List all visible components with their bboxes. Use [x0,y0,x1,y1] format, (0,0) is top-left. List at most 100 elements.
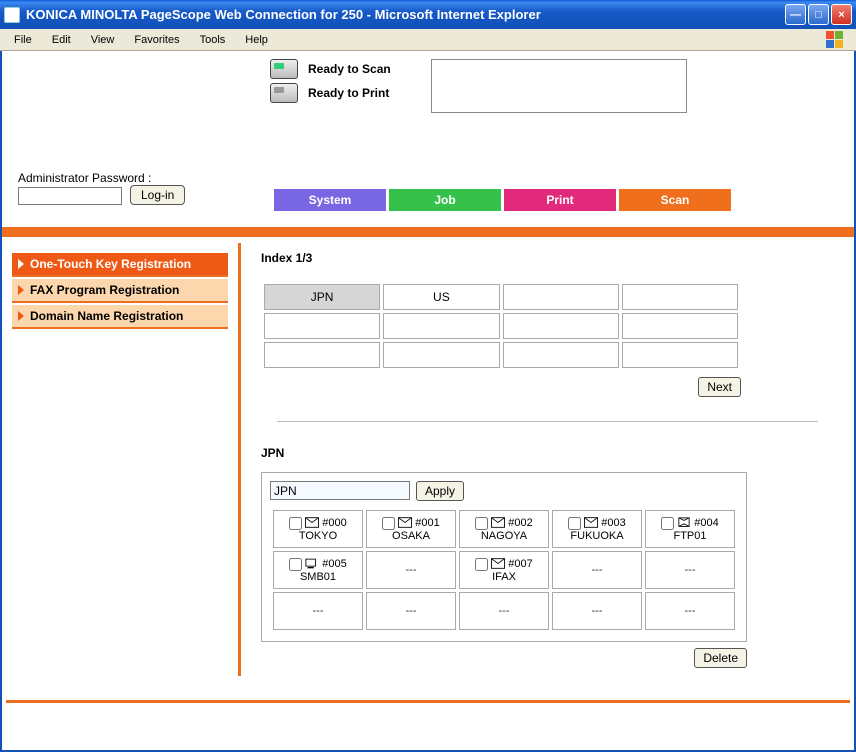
divider-bar-bottom [6,700,850,703]
divider-bar-top [2,227,854,237]
destination-index: #001 [415,517,439,529]
window-title: KONICA MINOLTA PageScope Web Connection … [26,7,785,22]
smb-icon [305,558,319,570]
destination-cell[interactable]: --- [645,551,735,589]
index-cell-empty[interactable] [383,342,499,368]
admin-login-block: Administrator Password : Log-in [18,171,185,205]
destination-index: #007 [508,558,532,570]
ftp-icon [677,517,691,529]
sidenav-domain-name[interactable]: Domain Name Registration [12,305,228,329]
mail-icon [491,517,505,529]
menu-view[interactable]: View [81,32,125,48]
destination-name: FTP01 [647,530,733,542]
sidenav-label: Domain Name Registration [30,309,183,323]
destination-name: SMB01 [275,571,361,583]
status-detail-box [431,59,687,113]
menu-help[interactable]: Help [235,32,278,48]
triangle-icon [18,285,24,295]
mail-icon [491,558,505,570]
menu-tools[interactable]: Tools [190,32,236,48]
mail-icon [398,517,412,529]
next-button[interactable]: Next [698,377,741,397]
destination-cell[interactable]: --- [645,592,735,630]
device-status-block: Ready to Scan Ready to Print [270,59,391,103]
index-table: JPN US [261,281,741,371]
destination-cell[interactable]: --- [366,551,456,589]
destination-name: FUKUOKA [554,530,640,542]
triangle-icon [18,311,24,321]
admin-password-label: Administrator Password : [18,171,185,185]
admin-password-input[interactable] [18,187,122,205]
destination-checkbox[interactable] [475,517,488,530]
sidenav-label: FAX Program Registration [30,283,179,297]
destination-name: OSAKA [368,530,454,542]
menu-favorites[interactable]: Favorites [124,32,189,48]
destination-cell[interactable]: --- [273,592,363,630]
destination-table: #000TOKYO#001OSAKA#002NAGOYA#003FUKUOKA#… [270,507,738,633]
index-heading: Index 1/3 [261,251,834,265]
ie-favicon [4,7,20,23]
window-minimize-button[interactable]: — [785,4,806,25]
destination-cell[interactable]: #002NAGOYA [459,510,549,548]
index-cell-empty[interactable] [383,313,499,339]
tab-scan[interactable]: Scan [619,189,731,211]
windows-logo-icon [822,29,852,50]
main-tab-bar: System Job Print Scan [274,189,854,211]
status-print-label: Ready to Print [308,86,389,100]
index-cell-empty[interactable] [503,313,619,339]
window-maximize-button[interactable]: □ [808,4,829,25]
tab-job[interactable]: Job [389,189,501,211]
destination-index: #005 [322,558,346,570]
destination-index: #002 [508,517,532,529]
destination-name: NAGOYA [461,530,547,542]
sidenav-one-touch[interactable]: One-Touch Key Registration [12,253,228,277]
index-cell-empty[interactable] [264,313,380,339]
destination-checkbox[interactable] [289,517,302,530]
destination-cell[interactable]: #001OSAKA [366,510,456,548]
menu-edit[interactable]: Edit [42,32,81,48]
delete-button[interactable]: Delete [694,648,747,668]
destination-cell[interactable]: --- [459,592,549,630]
triangle-icon [18,259,24,269]
index-cell-empty[interactable] [264,342,380,368]
status-scan-label: Ready to Scan [308,62,391,76]
destination-checkbox[interactable] [382,517,395,530]
destination-cell[interactable]: #004FTP01 [645,510,735,548]
destination-cell[interactable]: --- [552,592,642,630]
destination-name: TOKYO [275,530,361,542]
index-cell-empty[interactable] [622,313,738,339]
index-cell-us[interactable]: US [383,284,499,310]
destination-cell[interactable]: #000TOKYO [273,510,363,548]
destination-index: #004 [694,517,718,529]
index-cell-jpn[interactable]: JPN [264,284,380,310]
index-cell-empty[interactable] [503,342,619,368]
destination-checkbox[interactable] [661,517,674,530]
tab-print[interactable]: Print [504,189,616,211]
tab-system[interactable]: System [274,189,386,211]
mail-icon [305,517,319,529]
section-separator [277,421,818,422]
destination-index: #000 [322,517,346,529]
group-name-input[interactable] [270,481,410,500]
sidenav-label: One-Touch Key Registration [30,257,191,271]
destination-cell[interactable]: #007IFAX [459,551,549,589]
destination-cell[interactable]: --- [366,592,456,630]
browser-menubar: File Edit View Favorites Tools Help [0,29,856,51]
destination-cell[interactable]: #003FUKUOKA [552,510,642,548]
menu-file[interactable]: File [4,32,42,48]
destination-cell[interactable]: #005SMB01 [273,551,363,589]
destination-checkbox[interactable] [475,558,488,571]
index-cell-empty[interactable] [622,342,738,368]
login-button[interactable]: Log-in [130,185,185,205]
window-close-button[interactable]: × [831,4,852,25]
destination-checkbox[interactable] [289,558,302,571]
window-titlebar: KONICA MINOLTA PageScope Web Connection … [0,0,856,29]
destination-cell[interactable]: --- [552,551,642,589]
sidenav-fax-program[interactable]: FAX Program Registration [12,279,228,303]
apply-button[interactable]: Apply [416,481,464,501]
index-cell-empty[interactable] [622,284,738,310]
mail-icon [584,517,598,529]
destination-checkbox[interactable] [568,517,581,530]
printer-icon [270,83,298,103]
index-cell-empty[interactable] [503,284,619,310]
